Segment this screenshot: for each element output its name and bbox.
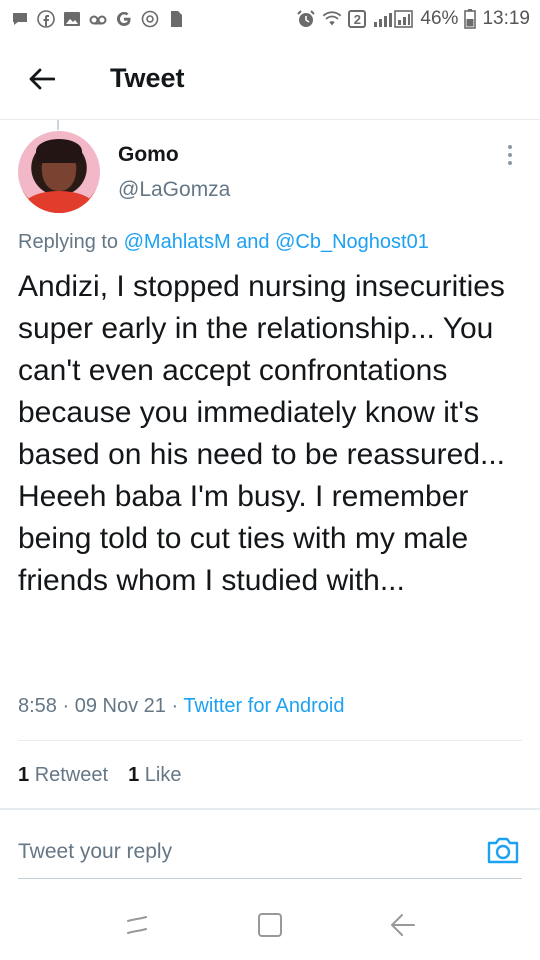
back-nav-icon [391,914,416,936]
battery-icon [464,9,477,29]
clock: 13:19 [482,8,530,29]
like-count: 1 [128,764,140,786]
author-handle[interactable]: @LaGomza [118,178,230,202]
back-button[interactable] [18,55,66,103]
notification-icons [10,9,186,29]
page-title: Tweet [110,63,185,93]
voicemail-icon [88,9,108,29]
signal-icon [372,9,414,29]
chat-icon [10,9,30,29]
retweet-label: Retweet [34,764,109,786]
instagram-icon [140,9,160,29]
tweet-date: 09 Nov 21 [74,695,166,717]
wifi-icon [322,9,342,29]
tweet-text: Andizi, I stopped nursing insecurities s… [18,270,506,597]
battery-percent: 46% [420,8,459,29]
tweet-time: 8:58 [18,695,57,717]
facebook-icon [36,9,56,29]
system-indicators: 2 46% 13:19 [296,8,530,30]
google-icon [114,9,134,29]
sim2-badge: 2 [348,10,367,28]
reply-input[interactable]: Tweet your reply [18,840,172,864]
camera-button[interactable] [486,835,520,865]
system-nav-bar [0,890,540,960]
sim-icon [166,9,186,29]
sim2-badge-label: 2 [353,11,362,27]
avatar[interactable] [18,131,100,213]
app-bar: Tweet [0,38,540,120]
like-label: Like [144,764,182,786]
likes-stat[interactable]: 1 Like [128,764,181,787]
reply-underline [18,878,522,879]
mention-and: and [236,231,270,253]
mention-link[interactable]: @Cb_Noghost01 [275,231,429,253]
recents-button[interactable] [122,910,152,940]
replying-prefix: Replying to [18,231,119,253]
retweet-count: 1 [18,764,30,786]
retweets-stat[interactable]: 1 Retweet [18,764,108,787]
reply-composer: Tweet your reply [0,809,540,881]
mention-link[interactable]: @MahlatsM [124,231,231,253]
replying-to: Replying to @MahlatsM and @Cb_Noghost01 [18,231,429,254]
more-vertical-icon [508,145,512,149]
home-button[interactable] [255,910,285,940]
back-nav-button[interactable] [388,910,418,940]
status-bar: 2 46% 13:19 [0,0,540,38]
home-icon [257,913,282,937]
image-icon [62,9,82,29]
author-name[interactable]: Gomo [118,143,179,167]
alarm-icon [296,9,316,29]
more-options-button[interactable] [500,143,520,167]
tweet-source-link[interactable]: Twitter for Android [183,695,344,717]
tweet-stats: 1 Retweet 1 Like [18,764,181,787]
tweet-meta: 8:58 · 09 Nov 21 · Twitter for Android [18,695,345,717]
recents-icon [126,916,147,934]
thread-connector [57,120,59,130]
arrow-left-icon [29,68,55,89]
divider [18,740,522,741]
camera-icon [487,837,519,864]
